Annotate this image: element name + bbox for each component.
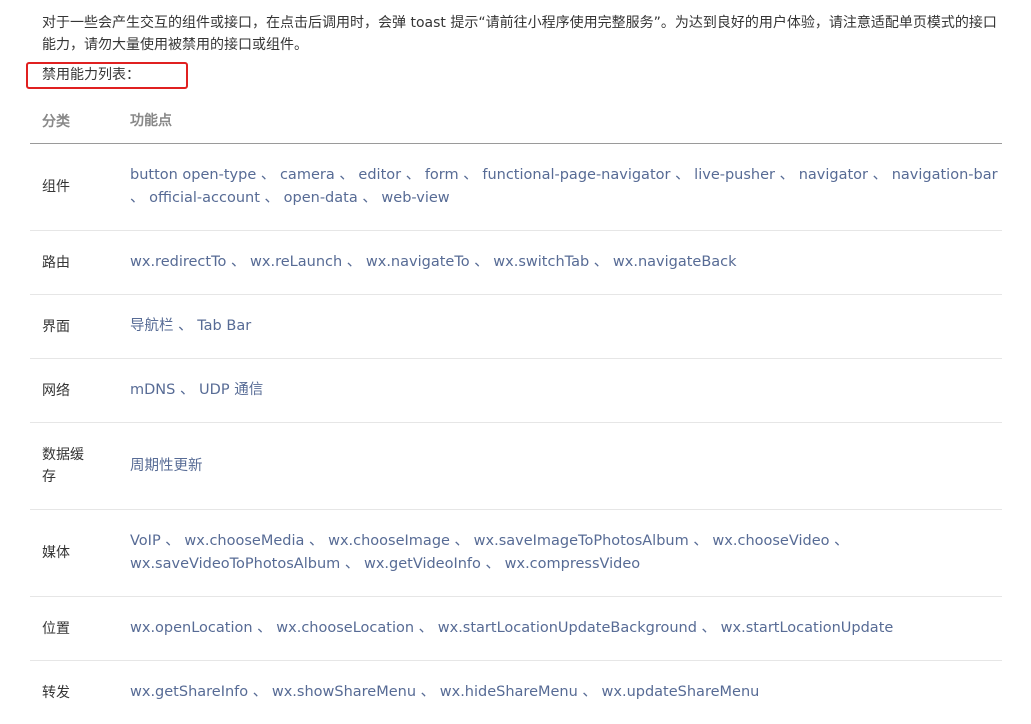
table-row: 界面 导航栏 、 Tab Bar [30,295,1002,359]
row-category: 媒体 [42,545,70,561]
row-category: 转发 [42,684,70,701]
highlight-box [26,62,188,89]
row-category: 网络 [42,382,70,399]
table-row: 数据缓存 周期性更新 [30,423,1002,510]
table-row: 网络 mDNS 、 UDP 通信 [30,359,1002,423]
intro-paragraph: 对于一些会产生交互的组件或接口，在点击后调用时，会弹 toast 提示“请前往小… [42,15,997,53]
row-features: 周期性更新 [130,457,203,474]
table-row: 转发 wx.getShareInfo 、 wx.showShareMenu 、 … [30,661,1002,724]
header-features: 功能点 [130,113,172,129]
table-row: 路由 wx.redirectTo 、 wx.reLaunch 、 wx.navi… [30,231,1002,295]
row-features: wx.redirectTo 、 wx.reLaunch 、 wx.navigat… [130,254,737,270]
row-category: 数据缓存 [42,447,84,485]
row-features: 导航栏 、 Tab Bar [130,318,252,334]
row-features: mDNS 、 UDP 通信 [130,382,264,398]
row-category: 组件 [42,179,70,195]
header-category: 分类 [42,113,70,130]
row-features: VoIP 、 wx.chooseMedia 、 wx.chooseImage 、… [130,533,849,572]
table-row: 组件 button open-type 、 camera 、 editor 、 … [30,144,1002,231]
row-category: 位置 [42,620,70,637]
table-header: 分类 功能点 [30,100,1002,144]
row-features: button open-type 、 camera 、 editor 、 for… [130,167,998,206]
row-category: 路由 [42,254,70,271]
row-features: wx.openLocation 、 wx.chooseLocation 、 wx… [130,620,894,636]
row-features: wx.getShareInfo 、 wx.showShareMenu 、 wx.… [130,684,760,700]
row-category: 界面 [42,318,70,335]
table-row: 媒体 VoIP 、 wx.chooseMedia 、 wx.chooseImag… [30,510,1002,597]
disabled-capabilities-table: 分类 功能点 组件 button open-type 、 camera 、 ed… [30,100,1002,724]
table-row: 位置 wx.openLocation 、 wx.chooseLocation 、… [30,597,1002,661]
